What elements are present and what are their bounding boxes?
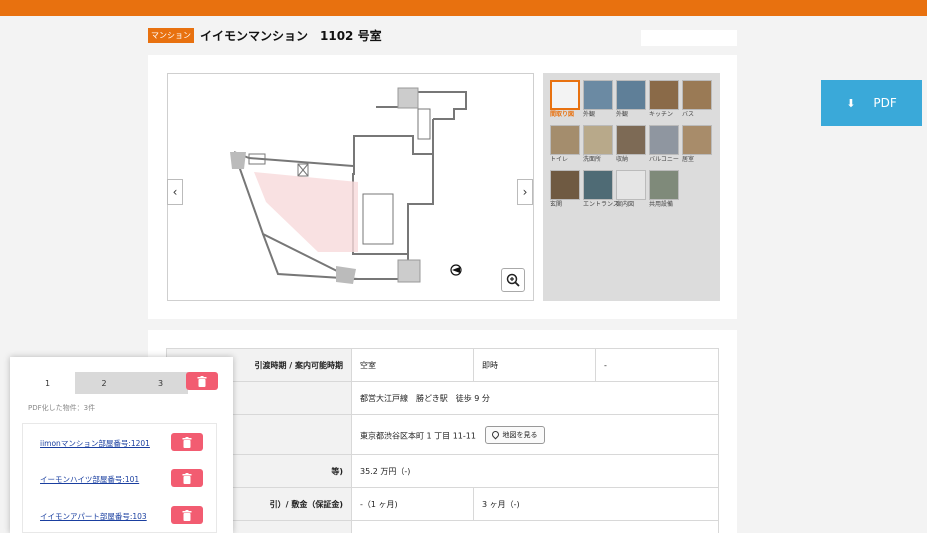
property-info-table: 引渡時期 / 案内可能時期 空室 即時 - 都営大江戸線 勝どき駅 徒歩 9 分… <box>166 348 719 533</box>
trash-icon <box>182 509 192 521</box>
table-cell: -（1 ヶ月) <box>351 487 474 521</box>
delete-item-button[interactable] <box>171 469 203 487</box>
thumbnail-image <box>682 80 712 110</box>
thumbnail-image <box>550 125 580 155</box>
thumbnail-image <box>583 170 613 200</box>
table-row: 等) 35.2 万円（-) <box>166 454 719 488</box>
thumbnail-image <box>649 125 679 155</box>
trash-icon <box>182 472 192 484</box>
tab-3[interactable]: 3 <box>133 372 188 394</box>
thumbnail-label: 共用設備 <box>649 201 674 208</box>
table-row: 東京都渋谷区本町 1 丁目 11-11 地図を見る <box>166 414 719 455</box>
table-row: 引渡時期 / 案内可能時期 空室 即時 - <box>166 348 719 382</box>
table-row: 引）/ 敷金（保証金) -（1 ヶ月) 3 ヶ月（-) <box>166 487 719 521</box>
photo-thumbnail[interactable]: バルコニー <box>649 125 679 169</box>
thumbnail-label: トイレ <box>550 156 569 163</box>
download-icon: ⬇ <box>846 96 856 110</box>
thumbnail-image <box>550 170 580 200</box>
photo-thumbnail[interactable]: エントランス <box>583 170 619 214</box>
table-row: 都営大江戸線 勝どき駅 徒歩 9 分 <box>166 381 719 415</box>
trash-icon <box>182 436 192 448</box>
thumbnail-image <box>616 80 646 110</box>
photo-thumbnail[interactable]: 案内図 <box>616 170 646 214</box>
delete-item-button[interactable] <box>171 506 203 524</box>
photo-thumbnail[interactable]: 玄関 <box>550 170 580 214</box>
thumbnail-label: 玄関 <box>550 201 563 208</box>
list-item-link[interactable]: iimonマンション部屋番号:1201 <box>40 438 150 449</box>
photo-thumbnail[interactable]: キッチン <box>649 80 679 124</box>
photo-thumbnail[interactable]: 洗面所 <box>583 125 613 169</box>
thumbnail-image <box>550 80 580 110</box>
table-cell: - <box>595 348 719 382</box>
table-row <box>166 520 719 533</box>
address-text: 東京都渋谷区本町 1 丁目 11-11 <box>360 431 476 440</box>
photo-thumbnail[interactable]: 居室 <box>682 125 712 169</box>
photo-thumbnail[interactable]: バス <box>682 80 712 124</box>
next-image-button[interactable]: › <box>517 179 533 205</box>
zoom-button[interactable] <box>501 268 525 292</box>
tab-2[interactable]: 2 <box>75 372 133 394</box>
page-title: イイモンマンション 1102 号室 <box>200 28 382 43</box>
photo-thumbnail[interactable]: 収納 <box>616 125 646 169</box>
chevron-left-icon: ‹ <box>172 185 178 199</box>
floorplan-drawing <box>230 87 467 284</box>
table-cell: 空室 <box>351 348 474 382</box>
photo-thumbnail[interactable]: 外観 <box>583 80 613 124</box>
thumbnail-label: 間取り図 <box>550 111 575 118</box>
thumbnail-image <box>616 125 646 155</box>
trash-icon <box>197 375 207 387</box>
thumbnail-label: エントランス <box>583 201 619 208</box>
table-cell: 3 ヶ月（-) <box>473 487 719 521</box>
thumbnail-image <box>616 170 646 200</box>
list-item-link[interactable]: イーモンハイツ部屋番号:101 <box>40 474 139 485</box>
thumbnail-label: 洗面所 <box>583 156 602 163</box>
pdf-button-label: PDF <box>873 96 897 110</box>
table-cell: 都営大江戸線 勝どき駅 徒歩 9 分 <box>351 381 719 415</box>
delete-all-button[interactable] <box>186 372 218 390</box>
photo-thumbnail[interactable]: トイレ <box>550 125 580 169</box>
thumbnail-label: バス <box>682 111 695 118</box>
pdf-list-popup: 1 2 3 PDF化した物件：3件 iimonマンション部屋番号:1201 イー… <box>10 357 233 533</box>
thumbnail-image <box>649 80 679 110</box>
pdf-button[interactable]: ⬇ PDF <box>821 80 922 126</box>
property-type-badge: マンション <box>148 27 194 43</box>
prev-image-button[interactable]: ‹ <box>167 179 183 205</box>
photo-thumbnail-grid: 間取り図 外観 外観 キッチン バストイレ 洗面所 収納 バルコニー 居室玄関 エントランス 案内図… <box>543 73 720 301</box>
thumbnail-label: 居室 <box>682 156 695 163</box>
thumbnail-image <box>682 125 712 155</box>
floorplan-image[interactable] <box>167 73 534 301</box>
table-cell: 35.2 万円（-) <box>351 454 719 488</box>
table-cell: 東京都渋谷区本町 1 丁目 11-11 地図を見る <box>351 414 719 455</box>
table-cell <box>351 520 719 533</box>
thumbnail-label: 案内図 <box>616 201 635 208</box>
table-cell: 即時 <box>473 348 596 382</box>
view-map-button[interactable]: 地図を見る <box>484 425 545 444</box>
thumbnail-image <box>583 125 613 155</box>
thumbnail-label: キッチン <box>649 111 674 118</box>
pdf-count-text: PDF化した物件：3件 <box>28 404 96 412</box>
zoom-in-icon <box>506 273 520 287</box>
thumbnail-label: 外観 <box>616 111 629 118</box>
top-accent-bar <box>0 0 927 16</box>
delete-item-button[interactable] <box>171 433 203 451</box>
thumbnail-image <box>583 80 613 110</box>
title-side-box <box>641 30 737 46</box>
list-item-link[interactable]: イイモンアパート部屋番号:103 <box>40 511 147 522</box>
photo-thumbnail[interactable]: 外観 <box>616 80 646 124</box>
tab-1[interactable]: 1 <box>20 372 75 394</box>
map-pin-icon <box>490 429 500 440</box>
chevron-right-icon: › <box>522 185 528 199</box>
page-title-row: マンション イイモンマンション 1102 号室 <box>148 24 382 46</box>
photo-thumbnail[interactable]: 共用設備 <box>649 170 679 214</box>
thumbnail-label: バルコニー <box>649 156 679 163</box>
thumbnail-label: 外観 <box>583 111 596 118</box>
view-map-label: 地図を見る <box>502 430 538 439</box>
thumbnail-label: 収納 <box>616 156 629 163</box>
thumbnail-image <box>649 170 679 200</box>
photo-thumbnail[interactable]: 間取り図 <box>550 80 580 124</box>
